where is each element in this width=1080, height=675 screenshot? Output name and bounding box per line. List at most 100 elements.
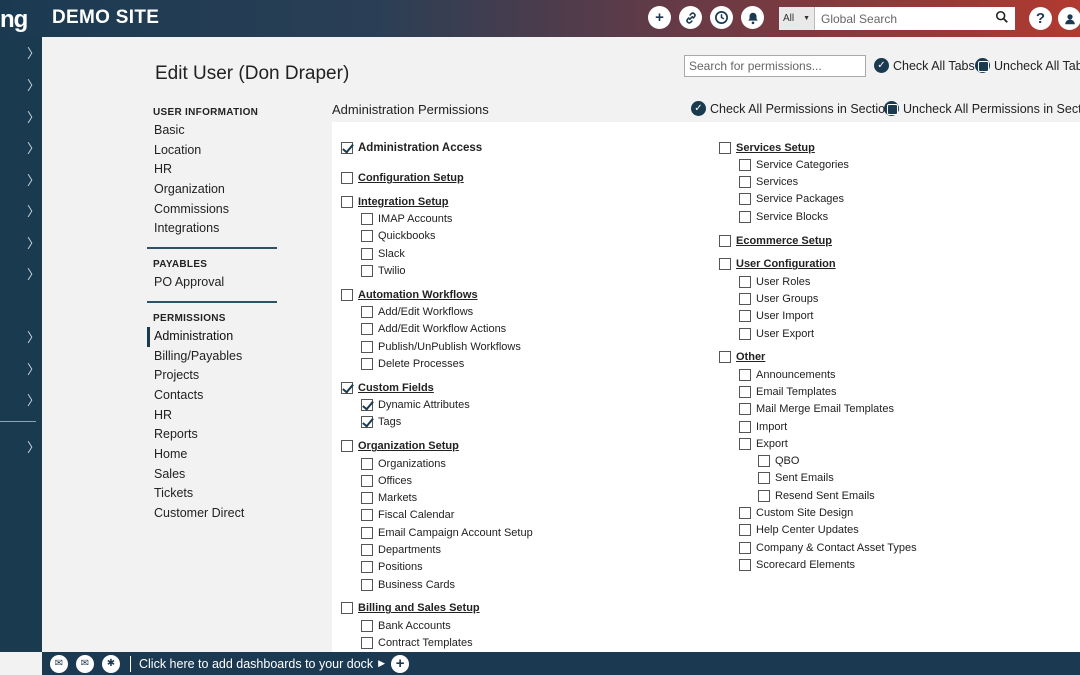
add-dashboard-plus-icon[interactable]: +: [391, 654, 410, 673]
permission-group-label[interactable]: Organization Setup: [358, 440, 459, 452]
permission-checkbox[interactable]: [341, 440, 353, 453]
uncheck-all-tabs-button[interactable]: Uncheck All Tabs: [975, 58, 1080, 73]
menu-item-contacts[interactable]: Contacts: [147, 386, 277, 406]
check-all-section-button[interactable]: ✓ Check All Permissions in Section: [691, 101, 892, 116]
slack-icon[interactable]: ✱: [102, 654, 120, 673]
uncheck-all-section-button[interactable]: Uncheck All Permissions in Section: [884, 101, 1080, 116]
chevron-right-icon[interactable]: 〉: [27, 390, 40, 409]
permission-checkbox[interactable]: [361, 578, 373, 591]
permission-checkbox[interactable]: [739, 210, 751, 223]
permission-group-label[interactable]: User Configuration: [736, 258, 836, 270]
permission-checkbox[interactable]: [758, 455, 770, 468]
permission-checkbox[interactable]: [739, 193, 751, 206]
chevron-right-icon[interactable]: 〉: [27, 107, 40, 126]
permission-checkbox[interactable]: [739, 327, 751, 340]
permission-group-label[interactable]: Integration Setup: [358, 196, 448, 208]
permission-checkbox[interactable]: [719, 234, 731, 247]
permission-checkbox[interactable]: [361, 340, 373, 353]
menu-item-customer-direct[interactable]: Customer Direct: [147, 504, 277, 524]
email-icon[interactable]: ✉: [76, 654, 94, 673]
menu-item-hr[interactable]: HR: [147, 160, 277, 180]
bell-icon[interactable]: [741, 6, 764, 29]
menu-item-basic[interactable]: Basic: [147, 121, 277, 141]
permission-checkbox[interactable]: [341, 195, 353, 208]
menu-item-administration[interactable]: Administration: [147, 326, 277, 347]
permission-group-label[interactable]: Services Setup: [736, 142, 815, 154]
permission-checkbox[interactable]: [361, 637, 373, 649]
site-name[interactable]: DEMO SITE: [52, 7, 159, 29]
permission-checkbox[interactable]: [361, 306, 373, 319]
permission-checkbox[interactable]: [341, 141, 353, 154]
permission-group-label[interactable]: Billing and Sales Setup: [358, 602, 480, 614]
menu-item-hr[interactable]: HR: [147, 406, 277, 426]
permission-checkbox[interactable]: [719, 258, 731, 271]
permission-checkbox[interactable]: [341, 172, 353, 184]
permission-checkbox[interactable]: [361, 457, 373, 470]
permission-checkbox[interactable]: [739, 176, 751, 189]
chevron-right-icon[interactable]: 〉: [27, 233, 40, 252]
permission-checkbox[interactable]: [361, 213, 373, 226]
user-icon[interactable]: [1058, 7, 1080, 30]
link-icon[interactable]: [679, 6, 702, 29]
permission-group-label[interactable]: Automation Workflows: [358, 289, 478, 301]
permission-checkbox[interactable]: [719, 141, 731, 154]
permission-group-label[interactable]: Configuration Setup: [358, 172, 464, 184]
permission-checkbox[interactable]: [739, 437, 751, 450]
permission-checkbox[interactable]: [341, 602, 353, 615]
menu-item-home[interactable]: Home: [147, 445, 277, 465]
menu-item-tickets[interactable]: Tickets: [147, 484, 277, 504]
mail-icon[interactable]: ✉: [50, 654, 68, 673]
permission-checkbox[interactable]: [739, 275, 751, 288]
menu-item-integrations[interactable]: Integrations: [147, 219, 277, 239]
dock-add-dashboards-link[interactable]: Click here to add dashboards to your doc…: [139, 657, 373, 671]
logo[interactable]: ng: [0, 6, 28, 34]
permission-checkbox[interactable]: [361, 358, 373, 370]
permission-checkbox[interactable]: [361, 544, 373, 556]
permission-checkbox[interactable]: [361, 399, 373, 412]
menu-item-po-approval[interactable]: PO Approval: [147, 273, 277, 293]
permission-checkbox[interactable]: [361, 247, 373, 260]
permission-checkbox[interactable]: [361, 492, 373, 505]
permission-checkbox[interactable]: [739, 385, 751, 398]
permission-search-input[interactable]: [684, 55, 866, 77]
permission-checkbox[interactable]: [758, 472, 770, 485]
permission-checkbox[interactable]: [739, 420, 751, 433]
menu-item-reports[interactable]: Reports: [147, 425, 277, 445]
permission-checkbox[interactable]: [739, 158, 751, 171]
permission-checkbox[interactable]: [361, 561, 373, 574]
chevron-right-icon[interactable]: 〉: [27, 327, 40, 346]
permission-group-label[interactable]: Custom Fields: [358, 382, 434, 394]
chevron-right-icon[interactable]: 〉: [27, 264, 40, 283]
chevron-right-icon[interactable]: 〉: [27, 170, 40, 189]
menu-item-commissions[interactable]: Commissions: [147, 200, 277, 220]
chevron-right-icon[interactable]: 〉: [27, 75, 40, 94]
menu-item-location[interactable]: Location: [147, 141, 277, 161]
permission-checkbox[interactable]: [361, 416, 373, 429]
permission-checkbox[interactable]: [361, 526, 373, 539]
question-icon[interactable]: ?: [1029, 7, 1052, 30]
permission-checkbox[interactable]: [361, 474, 373, 487]
permission-checkbox[interactable]: [739, 524, 751, 537]
chevron-right-icon[interactable]: 〉: [27, 437, 40, 456]
menu-item-sales[interactable]: Sales: [147, 465, 277, 485]
permission-checkbox[interactable]: [341, 288, 353, 301]
permission-checkbox[interactable]: [361, 509, 373, 522]
chevron-right-icon[interactable]: 〉: [27, 359, 40, 378]
permission-checkbox[interactable]: [361, 619, 373, 632]
search-icon[interactable]: [995, 10, 1009, 27]
permission-checkbox[interactable]: [361, 265, 373, 277]
permission-group-label[interactable]: Other: [736, 351, 765, 363]
clock-icon[interactable]: [710, 6, 733, 29]
permission-checkbox[interactable]: [758, 489, 770, 502]
permission-checkbox[interactable]: [739, 541, 751, 554]
permission-checkbox[interactable]: [719, 351, 731, 364]
permission-checkbox[interactable]: [739, 507, 751, 519]
permission-checkbox[interactable]: [739, 368, 751, 381]
permission-group-label[interactable]: Ecommerce Setup: [736, 235, 832, 247]
permission-checkbox[interactable]: [341, 381, 353, 394]
plus-icon[interactable]: +: [648, 6, 671, 29]
permission-checkbox[interactable]: [739, 310, 751, 323]
permission-checkbox[interactable]: [361, 323, 373, 336]
menu-item-billing-payables[interactable]: Billing/Payables: [147, 347, 277, 367]
permission-checkbox[interactable]: [739, 403, 751, 416]
